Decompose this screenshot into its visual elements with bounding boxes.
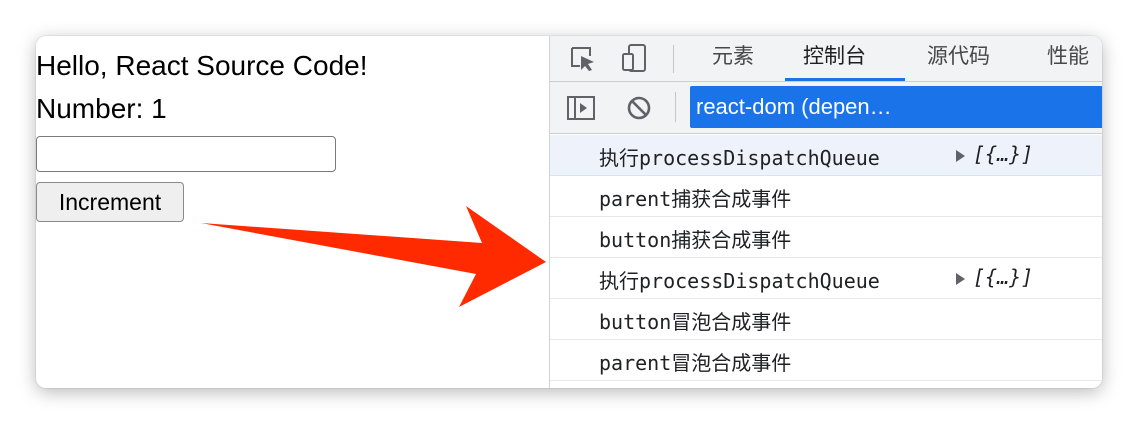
log-row[interactable]: 执行processDispatchQueue [{…}] — [550, 258, 1102, 299]
expand-triangle-icon[interactable] — [956, 273, 965, 285]
context-label: react-dom (depen… — [696, 94, 892, 119]
clear-console-icon[interactable] — [626, 95, 652, 126]
red-arrow-annotation — [201, 206, 546, 307]
expand-triangle-icon[interactable] — [956, 150, 965, 162]
tab-sources[interactable]: 源代码 — [927, 36, 990, 82]
tab-console[interactable]: 控制台 — [803, 36, 866, 82]
log-row[interactable]: button捕获合成事件 — [550, 217, 1102, 258]
log-message: parent捕获合成事件 — [599, 187, 792, 211]
log-object-preview[interactable]: [{…}] — [973, 142, 1033, 166]
device-toolbar-icon[interactable] — [620, 42, 650, 79]
javascript-context-selector[interactable]: react-dom (depen… — [690, 86, 1102, 128]
sidebar-toggle-icon[interactable] — [566, 95, 596, 126]
devtools-tabbar: 元素 控制台 源代码 性能 — [550, 36, 1102, 82]
log-message: button冒泡合成事件 — [599, 310, 792, 334]
rendered-page: Hello, React Source Code! Number: 1 Incr… — [36, 36, 549, 388]
tab-elements[interactable]: 元素 — [712, 36, 754, 82]
inspect-element-icon[interactable] — [568, 44, 598, 79]
arrow-shape — [201, 206, 546, 307]
log-message: 执行processDispatchQueue — [599, 269, 880, 293]
log-row[interactable]: 执行processDispatchQueue [{…}] — [550, 135, 1102, 176]
active-tab-indicator — [785, 78, 905, 81]
log-message: parent冒泡合成事件 — [599, 351, 792, 375]
app-window: Hello, React Source Code! Number: 1 Incr… — [36, 36, 1102, 388]
tab-performance[interactable]: 性能 — [1047, 36, 1089, 82]
log-message: button捕获合成事件 — [599, 228, 792, 252]
log-row[interactable]: parent捕获合成事件 — [550, 176, 1102, 217]
log-row[interactable]: button冒泡合成事件 — [550, 299, 1102, 340]
log-message: 执行processDispatchQueue — [599, 146, 880, 170]
log-row[interactable]: parent冒泡合成事件 — [550, 340, 1102, 381]
toolbar-separator — [675, 92, 676, 122]
tabbar-separator — [673, 45, 674, 73]
console-toolbar: react-dom (depen… — [550, 82, 1102, 134]
console-log-list: 执行processDispatchQueue [{…}] parent捕获合成事… — [550, 135, 1102, 381]
devtools-panel: 元素 控制台 源代码 性能 react-dom (depen… 执行proces… — [549, 36, 1102, 388]
log-object-preview[interactable]: [{…}] — [973, 265, 1033, 289]
